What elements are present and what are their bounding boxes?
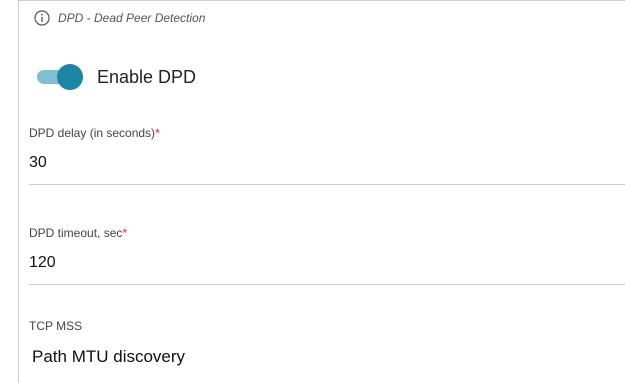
- tcp-mss-label: TCP MSS: [29, 319, 83, 333]
- enable-dpd-row: Enable DPD: [37, 63, 196, 91]
- enable-dpd-toggle[interactable]: [37, 63, 83, 91]
- required-mark: *: [155, 126, 160, 140]
- enable-dpd-label: Enable DPD: [97, 66, 197, 87]
- toggle-knob: [57, 64, 83, 90]
- dpd-settings-panel: DPD - Dead Peer Detection Enable DPD DPD…: [18, 0, 625, 383]
- dpd-timeout-input[interactable]: 120: [29, 254, 625, 285]
- tcp-mss-select[interactable]: Path MTU discovery: [29, 347, 625, 379]
- section-title: DPD - Dead Peer Detection: [58, 11, 206, 25]
- dpd-delay-field[interactable]: DPD delay (in seconds)* 30: [29, 126, 625, 185]
- dpd-delay-input[interactable]: 30: [29, 154, 625, 185]
- info-circle-icon: [34, 10, 50, 26]
- dpd-timeout-label: DPD timeout, sec*: [29, 226, 128, 240]
- section-header: DPD - Dead Peer Detection: [34, 10, 205, 26]
- dpd-timeout-field[interactable]: DPD timeout, sec* 120: [29, 226, 625, 285]
- tcp-mss-field[interactable]: TCP MSS Path MTU discovery: [29, 319, 625, 379]
- dpd-delay-label: DPD delay (in seconds)*: [29, 126, 160, 140]
- required-mark: *: [122, 226, 128, 240]
